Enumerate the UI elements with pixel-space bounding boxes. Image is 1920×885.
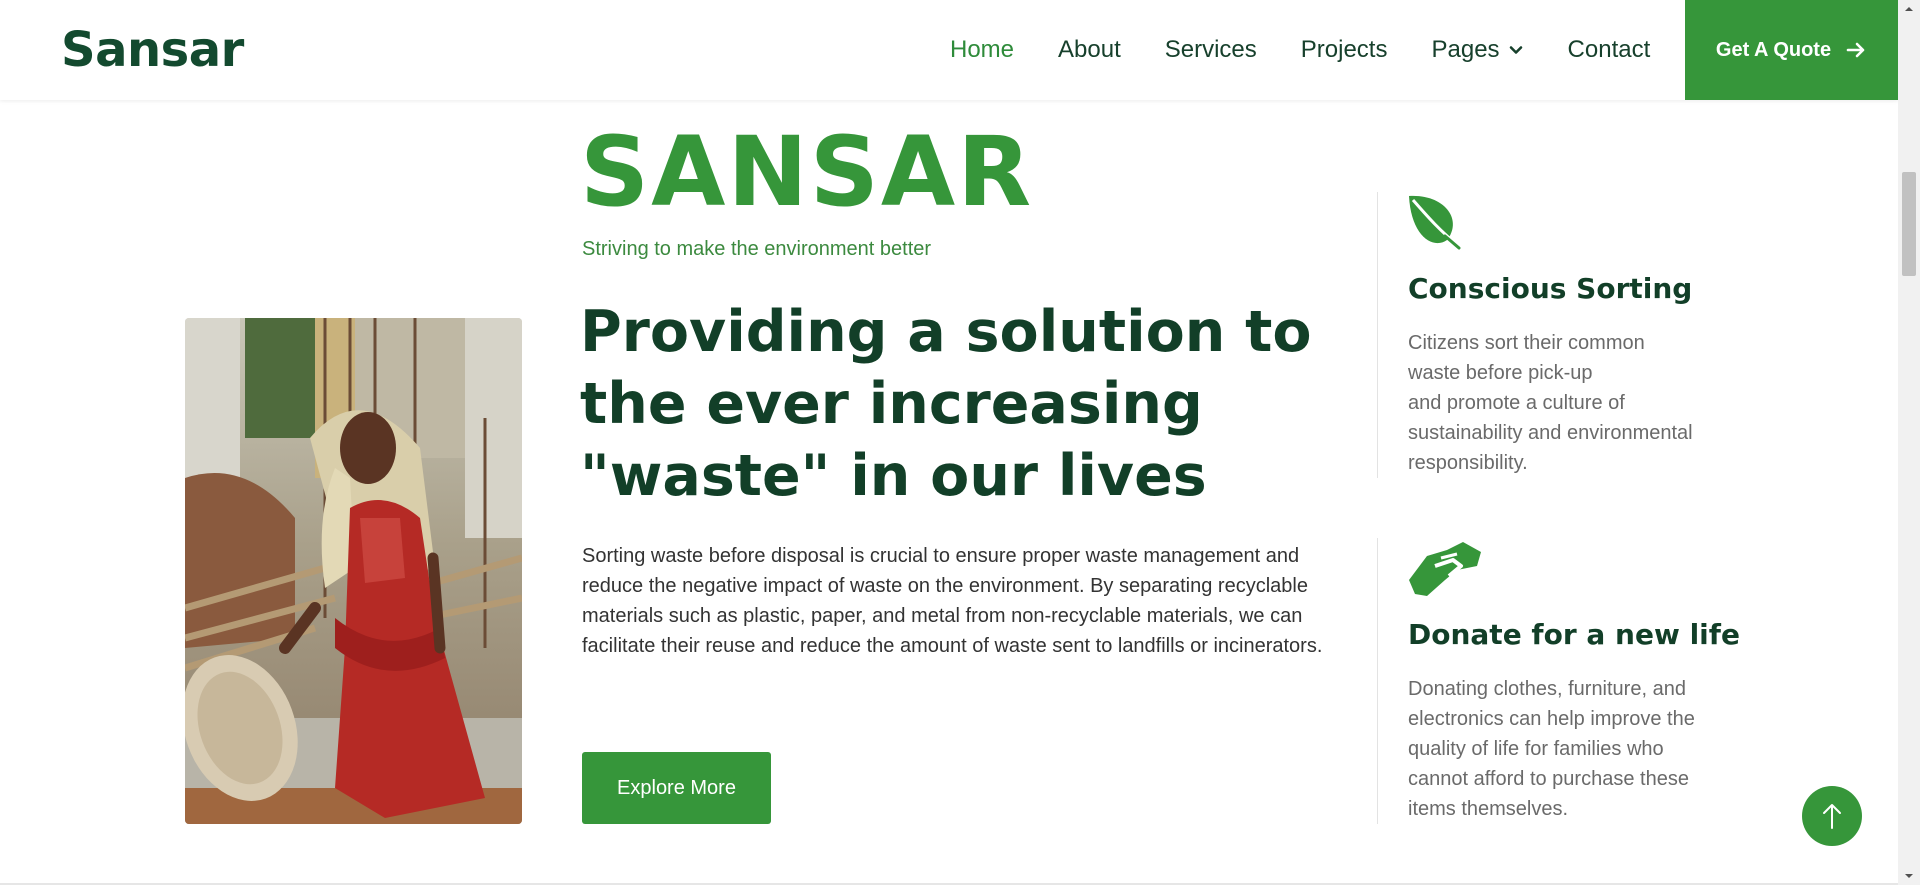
hero-tagline: Striving to make the environment better [582, 238, 932, 260]
feature-text: Citizens sort their common waste before … [1408, 328, 1728, 478]
feature-text-line: quality of life for families who [1408, 738, 1664, 760]
nav-projects[interactable]: Projects [1301, 36, 1388, 64]
handshake-icon [1409, 542, 1481, 596]
get-a-quote-button[interactable]: Get A Quote [1685, 0, 1898, 100]
nav-projects-label: Projects [1300, 36, 1388, 63]
scrollbar-thumb[interactable] [1902, 172, 1916, 276]
chevron-down-icon [1509, 46, 1522, 54]
feature-divider [1377, 538, 1378, 824]
nav-services[interactable]: Services [1165, 36, 1257, 64]
feature-text: Donating clothes, furniture, and electro… [1408, 674, 1728, 824]
hero-title: SANSAR [580, 116, 1034, 228]
navbar: Sansar Home About Services Projects Page… [0, 0, 1898, 100]
woman-waste-worker-photo [185, 318, 522, 824]
nav-contact[interactable]: Contact [1568, 36, 1651, 64]
feature-title: Donate for a new life [1408, 618, 1740, 651]
scroll-up-arrow-icon[interactable] [1898, 0, 1920, 18]
arrow-right-icon [1846, 42, 1865, 58]
feature-divider [1377, 192, 1378, 478]
feature-text-line: and promote a culture of [1408, 392, 1625, 414]
arrow-up-icon [1823, 804, 1841, 829]
brand-logo[interactable]: Sansar [61, 22, 244, 78]
feature-text-line: items themselves. [1408, 798, 1569, 820]
feature-title: Conscious Sorting [1408, 272, 1693, 305]
feature-text-line: sustainability and environmental [1408, 422, 1693, 444]
scroll-down-arrow-icon[interactable] [1898, 867, 1920, 885]
nav-contact-label: Contact [1567, 36, 1651, 63]
main-nav: Home About Services Projects Pages Conta… [950, 0, 1694, 100]
nav-about-label: About [1058, 36, 1121, 63]
feature-text-line: Donating clothes, furniture, and [1408, 678, 1686, 700]
hero-headline: Providing a solution to the ever increas… [580, 299, 1312, 509]
feature-text-line: cannot afford to purchase these [1408, 768, 1689, 790]
nav-about[interactable]: About [1058, 36, 1121, 64]
feature-text-line: waste before pick-up [1408, 362, 1593, 384]
feature-text-line: Citizens sort their common [1408, 332, 1645, 354]
feature-text-line: electronics can help improve the [1408, 708, 1695, 730]
nav-home-label: Home [950, 36, 1015, 63]
back-to-top-button[interactable] [1802, 786, 1862, 846]
hero-paragraph: Sorting waste before disposal is crucial… [582, 545, 1323, 657]
nav-home[interactable]: Home [950, 36, 1014, 64]
page-scrollbar[interactable] [1898, 0, 1920, 885]
get-a-quote-label: Get A Quote [1715, 38, 1832, 61]
leaf-icon [1409, 195, 1462, 250]
explore-more-button[interactable]: Explore More [582, 752, 771, 824]
nav-services-label: Services [1164, 36, 1257, 63]
nav-pages-dropdown[interactable]: Pages [1431, 36, 1523, 64]
nav-pages-label: Pages [1431, 36, 1500, 63]
photo-illustration [185, 318, 522, 824]
feature-text-line: responsibility. [1408, 452, 1528, 474]
